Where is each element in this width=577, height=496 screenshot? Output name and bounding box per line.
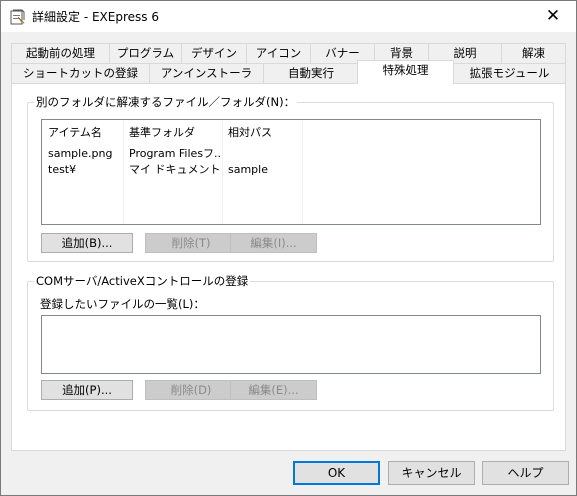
settings-app-icon xyxy=(10,9,26,25)
table-row-cell[interactable]: sample.png xyxy=(48,147,112,161)
add-item-button[interactable]: 追加(B)... xyxy=(41,233,133,253)
column-header-item-name[interactable]: アイテム名 xyxy=(48,126,102,140)
column-header-base-folder[interactable]: 基準フォルダ xyxy=(129,126,195,140)
tab-program[interactable]: プログラム xyxy=(109,43,182,64)
tab-design[interactable]: デザイン xyxy=(181,43,247,64)
cancel-button[interactable]: キャンセル xyxy=(388,461,475,485)
com-file-list[interactable] xyxy=(41,315,541,374)
tab-icon[interactable]: アイコン xyxy=(246,43,311,64)
com-list-label: 登録したいファイルの一覧(L)： xyxy=(40,297,205,311)
tab-panel: 別のフォルダに解凍するファイル／フォルダ(N)： アイテム名 基準フォルダ 相対… xyxy=(11,83,566,451)
edit-com-button[interactable]: 編集(E)... xyxy=(230,380,317,400)
add-com-button[interactable]: 追加(P)... xyxy=(41,380,133,400)
folder-group-title: 別のフォルダに解凍するファイル／フォルダ(N)： xyxy=(34,94,298,110)
tab-autorun[interactable]: 自動実行 xyxy=(263,63,359,84)
close-icon[interactable]: ✕ xyxy=(530,1,576,32)
column-divider xyxy=(123,120,124,224)
table-row-cell[interactable]: test¥ xyxy=(48,163,76,177)
column-divider xyxy=(222,120,223,224)
tab-shortcut[interactable]: ショートカットの登録 xyxy=(11,63,150,84)
folder-list[interactable]: アイテム名 基準フォルダ 相対パス sample.png Program Fil… xyxy=(41,119,541,225)
table-row-cell[interactable]: マイ ドキュメント ... xyxy=(129,163,221,177)
tab-pre-launch[interactable]: 起動前の処理 xyxy=(11,43,110,64)
ok-button[interactable]: OK xyxy=(293,461,380,485)
column-header-relative-path[interactable]: 相対パス xyxy=(228,126,272,140)
title-bar: 詳細設定 - EXEpress 6 ✕ xyxy=(1,1,576,32)
tab-special-processing[interactable]: 特殊処理 xyxy=(357,60,454,84)
help-button[interactable]: ヘルプ xyxy=(482,461,569,485)
table-row-cell[interactable]: sample xyxy=(228,163,268,177)
com-group: COMサーバ/ActiveXコントロールの登録 登録したいファイルの一覧(L)：… xyxy=(27,273,554,411)
com-group-title: COMサーバ/ActiveXコントロールの登録 xyxy=(34,273,251,289)
table-row-cell[interactable]: Program Filesフ... xyxy=(129,147,221,161)
tab-extract[interactable]: 解凍 xyxy=(501,43,566,64)
folder-group: 別のフォルダに解凍するファイル／フォルダ(N)： アイテム名 基準フォルダ 相対… xyxy=(27,94,554,262)
delete-item-button[interactable]: 削除(T) xyxy=(145,233,237,253)
tab-extension-module[interactable]: 拡張モジュール xyxy=(453,63,566,84)
window-title: 詳細設定 - EXEpress 6 xyxy=(32,10,159,24)
column-divider xyxy=(302,120,303,224)
settings-dialog: 詳細設定 - EXEpress 6 ✕ 起動前の処理 プログラム デザイン アイ… xyxy=(0,0,577,496)
delete-com-button[interactable]: 削除(D) xyxy=(145,380,237,400)
edit-item-button[interactable]: 編集(I)... xyxy=(230,233,317,253)
tab-uninstaller[interactable]: アンインストーラ xyxy=(149,63,264,84)
